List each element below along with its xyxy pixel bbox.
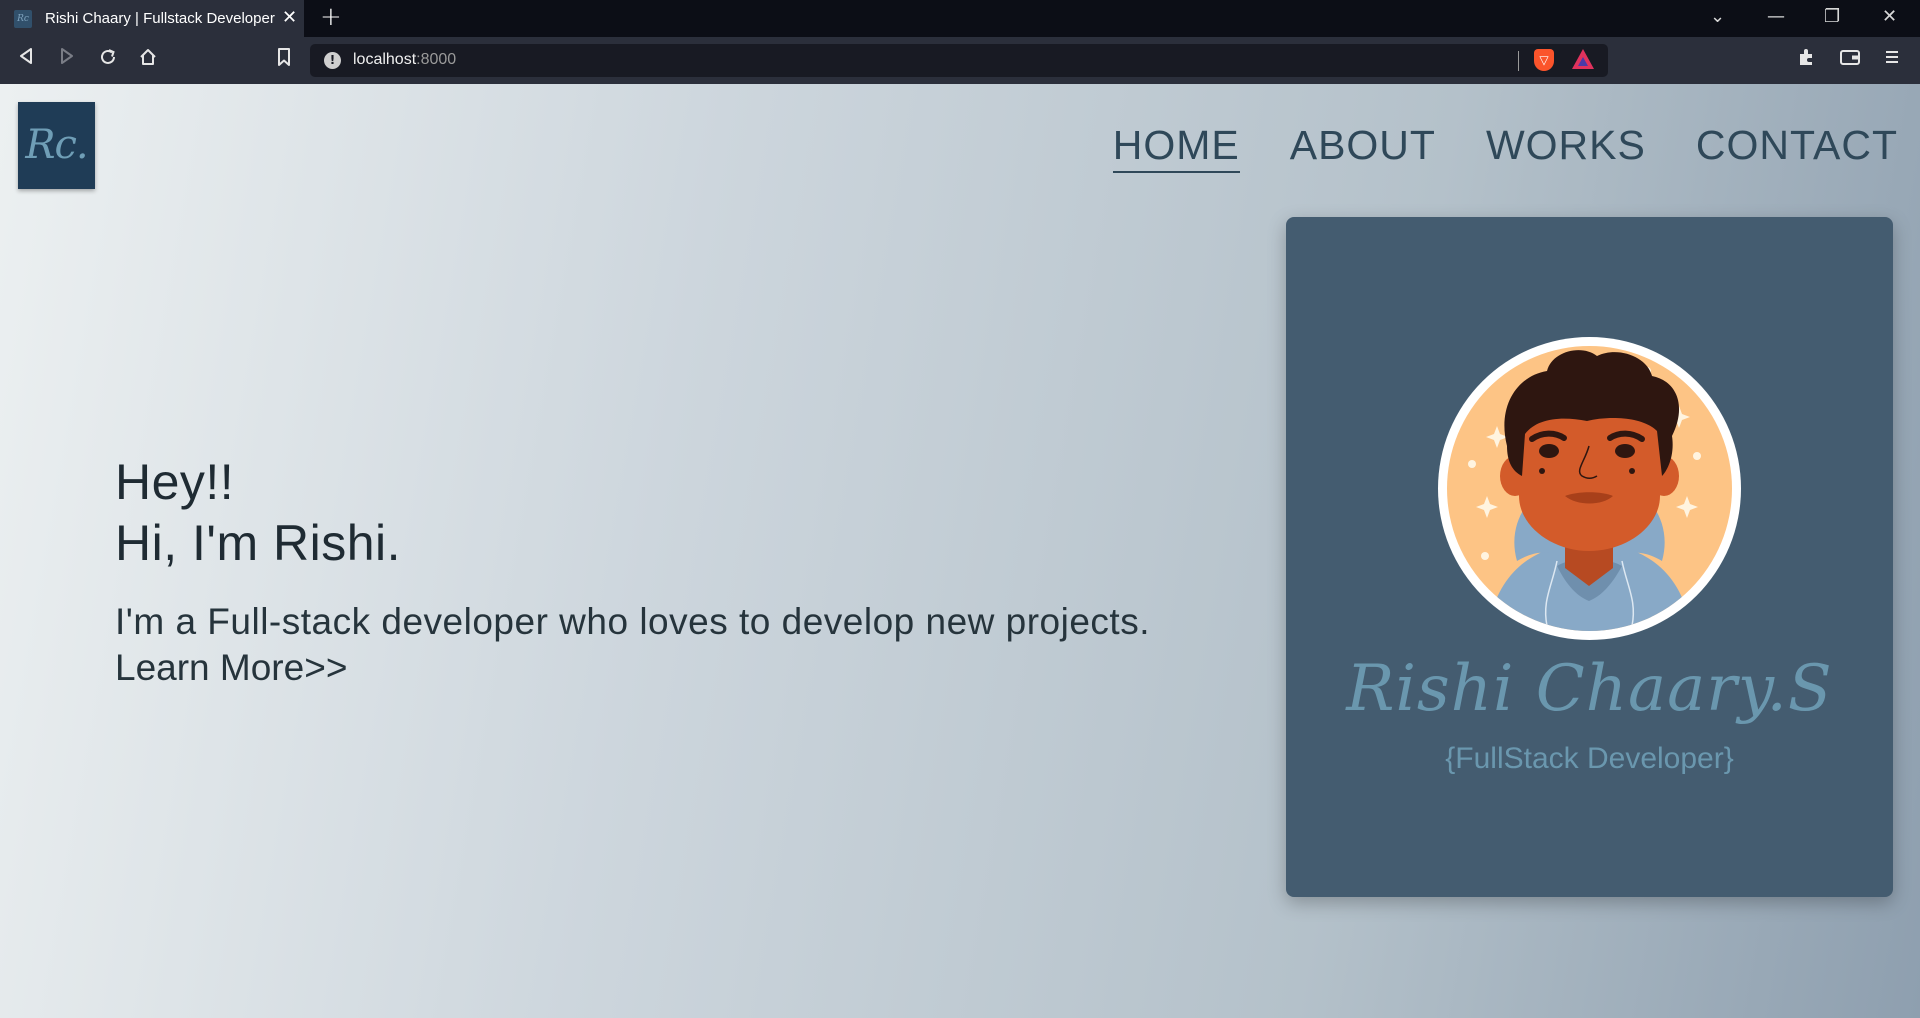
page-viewport: Rc. HOME ABOUT WORKS CONTACT Hey!! Hi, I…: [0, 84, 1920, 1018]
menu-icon[interactable]: [1884, 47, 1900, 73]
card-role: {FullStack Developer}: [1445, 742, 1734, 775]
nav-about[interactable]: ABOUT: [1290, 122, 1436, 173]
tab-title: Rishi Chaary | Fullstack Developer: [45, 10, 275, 27]
url-host: localhost: [353, 51, 417, 68]
url-port: :8000: [416, 51, 457, 68]
main-nav: HOME ABOUT WORKS CONTACT: [1112, 122, 1898, 173]
nav-works[interactable]: WORKS: [1486, 122, 1646, 173]
browser-titlebar: Rc Rishi Chaary | Fullstack Developer ✕ …: [0, 0, 1920, 37]
address-bar[interactable]: ! localhost:8000 ▽: [310, 44, 1608, 77]
avatar: [1438, 337, 1741, 640]
restore-icon[interactable]: ❐: [1824, 6, 1840, 27]
hero-greeting: Hey!!: [115, 454, 235, 510]
tab-close-icon[interactable]: ✕: [282, 7, 297, 28]
avatar-illustration: [1447, 346, 1732, 631]
close-window-icon[interactable]: ✕: [1882, 6, 1897, 27]
nav-home[interactable]: HOME: [1112, 122, 1240, 173]
learn-more-link[interactable]: Learn More>>: [115, 645, 1150, 691]
back-icon[interactable]: [18, 47, 34, 71]
extensions-icon[interactable]: [1796, 47, 1816, 73]
profile-card: Rishi Chaary.S {FullStack Developer}: [1286, 217, 1893, 897]
site-info-icon[interactable]: !: [324, 52, 341, 69]
site-logo[interactable]: Rc.: [18, 102, 95, 189]
hero-description: I'm a Full-stack developer who loves to …: [115, 601, 1150, 642]
wallet-icon[interactable]: [1839, 47, 1861, 73]
home-icon[interactable]: [138, 47, 158, 73]
brave-shields-icon[interactable]: ▽: [1534, 49, 1554, 71]
nav-contact[interactable]: CONTACT: [1696, 122, 1898, 173]
reload-icon[interactable]: [98, 47, 118, 73]
browser-tab-active[interactable]: Rc Rishi Chaary | Fullstack Developer ✕: [0, 0, 304, 37]
hero-intro: Hi, I'm Rishi.: [115, 515, 402, 571]
brave-rewards-icon[interactable]: [1572, 49, 1594, 69]
new-tab-icon[interactable]: +: [320, 2, 342, 32]
card-name: Rishi Chaary.S: [1346, 652, 1833, 726]
url-text[interactable]: localhost:8000: [353, 51, 456, 69]
url-divider: [1518, 51, 1519, 71]
bookmark-icon[interactable]: [276, 47, 292, 73]
browser-toolbar: ! localhost:8000 ▽: [0, 37, 1920, 84]
forward-icon[interactable]: [59, 47, 75, 71]
minimize-icon[interactable]: —: [1767, 6, 1785, 27]
hero-section: Hey!! Hi, I'm Rishi. I'm a Full-stack de…: [115, 452, 1150, 691]
tab-search-icon[interactable]: ⌄: [1710, 6, 1725, 27]
tab-favicon: Rc: [14, 10, 32, 28]
